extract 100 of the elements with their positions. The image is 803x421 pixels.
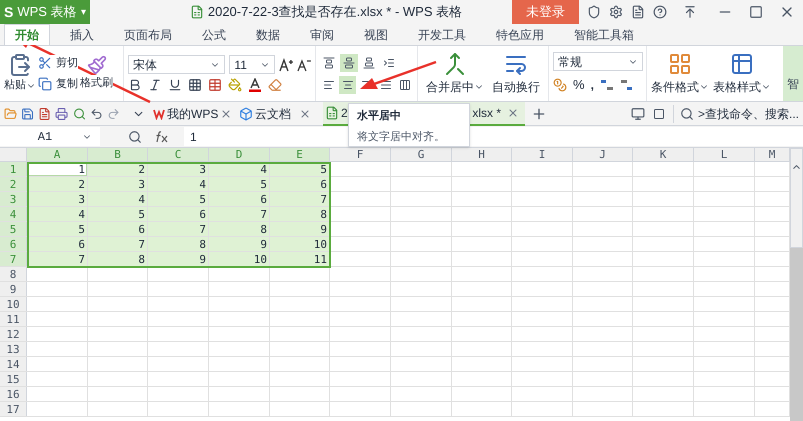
font-color-icon[interactable] — [248, 78, 262, 92]
font-size-field[interactable]: 11 — [229, 55, 276, 74]
align-bottom-icon — [363, 56, 375, 68]
row-header[interactable]: 16 — [0, 387, 27, 401]
align-left-icon — [322, 78, 334, 90]
table-cell: 9 — [148, 252, 209, 266]
fill-color-icon[interactable] — [228, 78, 242, 92]
bold-icon[interactable] — [128, 78, 142, 92]
table-icon[interactable] — [208, 78, 222, 92]
table-cell: 6 — [209, 192, 270, 206]
row-header[interactable]: 10 — [0, 297, 27, 311]
border-icon[interactable] — [188, 78, 202, 92]
row-header[interactable]: 13 — [0, 342, 27, 356]
row-header[interactable]: 14 — [0, 357, 27, 371]
number-format-field[interactable]: 常规 — [553, 52, 643, 72]
ribbon-tab[interactable]: 审阅 — [300, 24, 344, 45]
fx-icon[interactable] — [154, 130, 168, 142]
name-box[interactable]: A1 — [0, 127, 100, 146]
undo-icon[interactable] — [90, 106, 103, 120]
table-style-button[interactable]: 表格样式 — [713, 78, 771, 96]
ribbon-tab[interactable]: 数据 — [246, 24, 290, 45]
merge-icon — [443, 52, 467, 76]
ribbon-tab[interactable]: 特色应用 — [486, 24, 554, 45]
shield-icon[interactable] — [587, 5, 601, 19]
row-header[interactable]: 17 — [0, 402, 27, 416]
row-header[interactable]: 12 — [0, 327, 27, 341]
column-header[interactable]: J — [573, 148, 633, 161]
zoom-icon[interactable] — [128, 130, 142, 144]
tab-label: 我的WPS — [167, 106, 218, 122]
row-header[interactable]: 15 — [0, 372, 27, 386]
align-button[interactable] — [339, 76, 356, 94]
table-cell: 7 — [209, 207, 270, 221]
table-cell: 6 — [148, 207, 209, 221]
eraser-icon[interactable] — [268, 78, 282, 92]
save-icon[interactable] — [21, 106, 34, 120]
settings-icon[interactable] — [609, 5, 623, 19]
cube-icon — [239, 106, 253, 120]
comma-button[interactable]: , — [590, 76, 594, 94]
monitor-icon[interactable] — [630, 106, 645, 120]
new-tab-icon[interactable] — [531, 106, 547, 122]
table-cell: 2 — [27, 177, 88, 191]
currency-icon[interactable] — [553, 78, 567, 92]
column-header[interactable]: H — [452, 148, 512, 161]
ribbon-tab[interactable]: 页面布局 — [114, 24, 182, 45]
merge-button[interactable]: 合并居中 — [426, 78, 484, 96]
command-search-field[interactable]: >查找命令、搜索... — [672, 104, 799, 122]
column-header[interactable]: F — [330, 148, 391, 161]
wrap-text-button[interactable]: 自动换行 — [492, 78, 540, 96]
ribbon-tab[interactable]: 开发工具 — [408, 24, 476, 45]
print-icon[interactable] — [55, 106, 68, 120]
close-tab-icon[interactable] — [299, 108, 311, 120]
column-header[interactable]: G — [391, 148, 452, 161]
table-cell: 5 — [209, 177, 270, 191]
document-tab[interactable]: 云文档 — [237, 102, 317, 126]
tab-label: xlsx * — [472, 104, 501, 122]
maximize-icon[interactable] — [749, 5, 763, 19]
paste-icon[interactable] — [8, 53, 32, 78]
document-tab[interactable]: 我的WPS — [151, 102, 231, 126]
login-button[interactable]: 未登录 — [512, 0, 579, 24]
smart-button[interactable]: 智 — [783, 46, 803, 101]
document-icon[interactable] — [631, 5, 645, 19]
underline-icon[interactable] — [168, 78, 182, 92]
distribute-icon — [398, 78, 410, 90]
close-tab-icon[interactable] — [507, 106, 519, 118]
ribbon-tab[interactable]: 插入 — [60, 24, 104, 45]
table-cell: 9 — [209, 237, 270, 251]
vertical-scrollbar[interactable] — [790, 148, 803, 421]
upload-icon[interactable] — [683, 5, 697, 19]
grow-font-icon[interactable] — [279, 58, 294, 72]
table-cell: 6 — [270, 177, 330, 191]
table-cell: 5 — [148, 192, 209, 206]
row-header[interactable]: 8 — [0, 267, 27, 281]
table-cell: 10 — [270, 237, 330, 251]
close-tab-icon[interactable] — [220, 108, 232, 120]
ribbon-tab[interactable]: 智能工具箱 — [564, 24, 644, 45]
table-cell: 6 — [88, 222, 148, 236]
table-cell: 4 — [88, 192, 148, 206]
shrink-font-icon[interactable] — [297, 58, 311, 72]
cut-button[interactable]: 剪切 — [38, 55, 78, 72]
ribbon-tab[interactable]: 开始 — [4, 24, 50, 45]
italic-icon[interactable] — [148, 78, 162, 92]
row-header[interactable]: 11 — [0, 312, 27, 326]
paste-button[interactable]: 粘贴 — [4, 77, 36, 94]
help-icon[interactable] — [653, 5, 667, 19]
column-header[interactable]: I — [512, 148, 573, 161]
table-style-icon — [730, 52, 754, 76]
app-menu-button[interactable]: S WPS 表格 ▾ — [0, 0, 90, 24]
copy-button[interactable]: 复制 — [38, 76, 78, 92]
window-icon[interactable] — [652, 108, 665, 120]
row-header[interactable]: 9 — [0, 282, 27, 296]
percent-button[interactable]: % — [573, 75, 585, 95]
table-cell: 3 — [88, 177, 148, 191]
column-header[interactable]: L — [694, 148, 755, 161]
table-cell: 7 — [270, 192, 330, 206]
ribbon-tab[interactable]: 视图 — [354, 24, 398, 45]
conditional-format-button[interactable]: 条件格式 — [651, 78, 709, 96]
ribbon-tab[interactable]: 公式 — [192, 24, 236, 45]
align-button[interactable] — [340, 54, 358, 72]
font-name-field[interactable]: 宋体 — [128, 55, 226, 74]
column-header[interactable]: K — [633, 148, 694, 161]
